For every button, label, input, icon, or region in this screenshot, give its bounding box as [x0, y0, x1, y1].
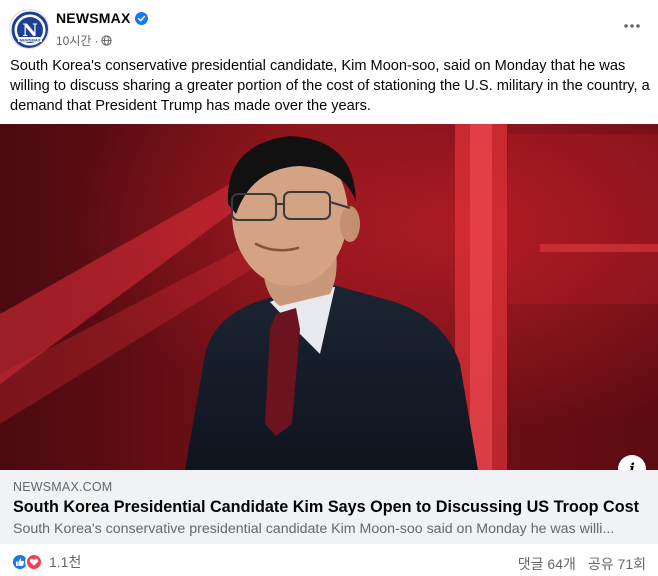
link-preview-card[interactable]: NEWSMAX.COM South Korea Presidential Can…	[0, 470, 658, 544]
link-preview-image[interactable]	[0, 124, 658, 470]
page-name[interactable]: NEWSMAX	[56, 10, 131, 26]
link-title[interactable]: South Korea Presidential Candidate Kim S…	[13, 498, 639, 517]
post-meta: 10시간 ·	[56, 32, 113, 49]
page-avatar[interactable]: N NEWSMAX	[9, 9, 49, 49]
reactions-summary[interactable]: 1.1천	[11, 552, 81, 572]
engagement-bar: 1.1천 댓글 64개 공유 71회	[0, 546, 658, 576]
more-options-button[interactable]	[620, 14, 644, 38]
post-caption: South Korea's conservative presidential …	[10, 58, 650, 114]
post-header: N NEWSMAX NEWSMAX 10시간 ·	[0, 0, 658, 52]
candidate-photo	[0, 124, 658, 470]
link-domain: NEWSMAX.COM	[13, 480, 113, 494]
more-options-icon	[624, 24, 640, 28]
shares-count[interactable]: 공유 71회	[588, 554, 646, 574]
svg-text:NEWSMAX: NEWSMAX	[20, 37, 41, 42]
post-timestamp[interactable]: 10시간	[56, 32, 91, 49]
verified-badge-icon	[135, 12, 148, 25]
comments-count[interactable]: 댓글 64개	[518, 554, 576, 574]
link-description: South Korea's conservative presidential …	[13, 521, 615, 537]
engagement-counts: 댓글 64개 공유 71회	[518, 554, 646, 574]
newsmax-logo: N NEWSMAX	[11, 11, 48, 48]
reaction-count: 1.1천	[49, 554, 82, 570]
love-icon	[25, 553, 43, 571]
globe-icon	[101, 35, 113, 46]
meta-separator: ·	[94, 33, 99, 48]
